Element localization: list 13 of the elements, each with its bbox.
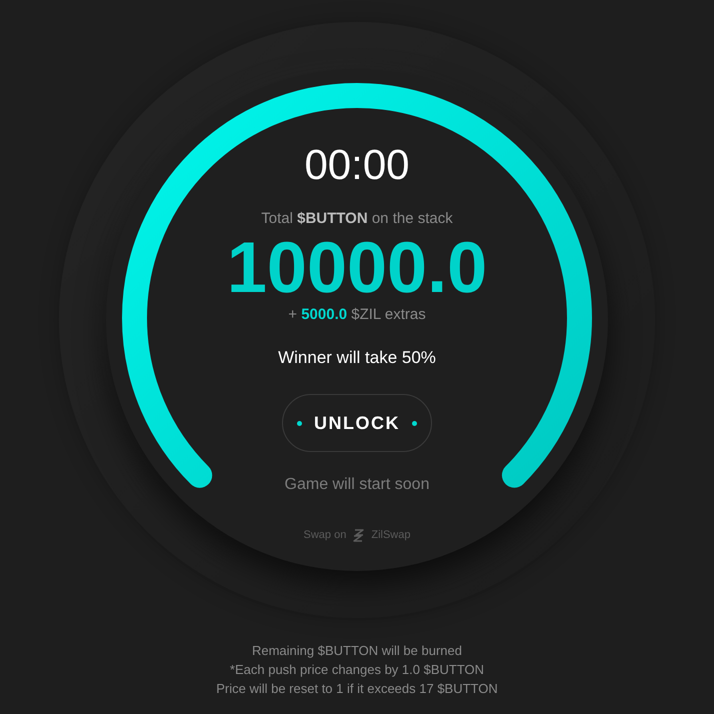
footer-note: Price will be reset to 1 if it exceeds 17 $BUTTON xyxy=(216,680,498,698)
layered-logo-icon xyxy=(352,528,366,542)
dot-icon xyxy=(412,420,417,426)
footer-note: *Each push price changes by 1.0 $BUTTON xyxy=(230,661,484,679)
footer-note: Remaining $BUTTON will be burned xyxy=(252,642,462,660)
extras-text: + 5000.0 $ZIL extras xyxy=(288,305,426,325)
unlock-button[interactable]: UNLOCK xyxy=(282,394,432,452)
winner-text: Winner will take 50% xyxy=(278,347,436,369)
status-text: Game will start soon xyxy=(284,475,430,495)
dot-icon xyxy=(297,420,302,426)
stack-label: Total $BUTTON on the stack xyxy=(261,209,453,229)
stack-amount: 10000.0 xyxy=(226,232,488,304)
timer-text: 00:00 xyxy=(304,144,410,186)
